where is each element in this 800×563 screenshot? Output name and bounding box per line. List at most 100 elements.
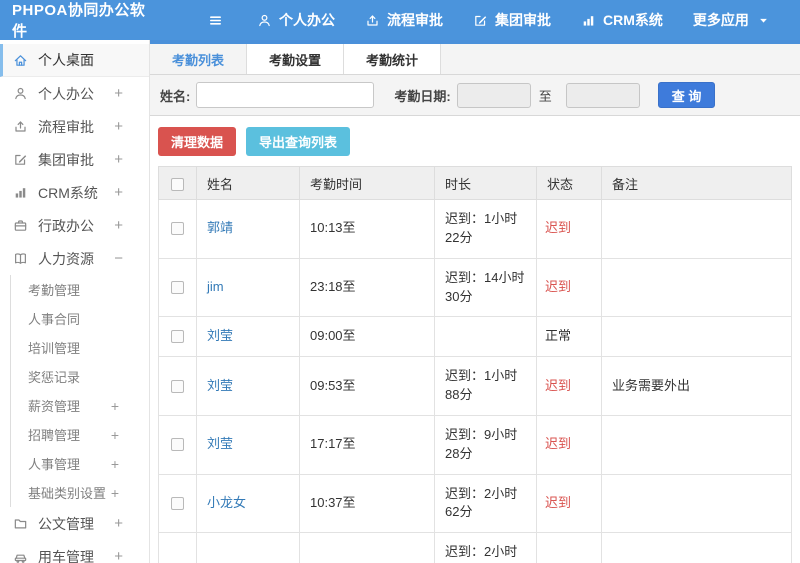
expand-toggle-icon[interactable]: +	[114, 548, 123, 563]
attendance-time-cell: 10:37至	[299, 473, 435, 534]
attendance-time-cell: 10:13至	[299, 199, 435, 259]
status-cell: 迟到	[536, 356, 602, 416]
edit-icon	[13, 152, 29, 167]
sidebar-subitem-label: 人事管理	[28, 457, 81, 472]
date-to-label: 至	[538, 88, 552, 104]
hamburger-icon	[208, 13, 223, 28]
column-header: 姓名	[196, 166, 300, 200]
remark-cell	[601, 316, 792, 358]
tab-attendance-setup[interactable]: 考勤设置	[247, 44, 345, 74]
sidebar-subitem-label: 培训管理	[28, 341, 81, 356]
book-icon	[13, 251, 29, 266]
sidebar-subitem-salary-mgmt[interactable]: 薪资管理 +	[11, 391, 149, 420]
user-icon	[257, 13, 272, 28]
select-all-checkbox[interactable]	[171, 177, 184, 191]
expand-toggle-icon[interactable]: +	[114, 151, 123, 168]
employee-name-link[interactable]: 郭靖	[207, 220, 233, 235]
export-list-button[interactable]: 导出查询列表	[246, 127, 351, 156]
sidebar-item-label: 集团审批	[38, 151, 94, 168]
sidebar-item-label: 人力资源	[38, 250, 94, 267]
sidebar-item-human-resources[interactable]: 人力资源 −	[0, 242, 149, 275]
duration-cell	[434, 316, 537, 358]
nav-item-more-apps[interactable]: 更多应用	[693, 10, 771, 30]
status-cell: 正常	[536, 316, 602, 358]
expand-toggle-icon[interactable]: +	[111, 485, 119, 501]
briefcase-icon	[13, 218, 29, 233]
sidebar-item-personal-desktop[interactable]: 个人桌面	[0, 44, 149, 77]
sidebar-item-document-mgmt[interactable]: 公文管理 +	[0, 507, 149, 540]
expand-toggle-icon[interactable]: −	[114, 250, 123, 267]
row-checkbox[interactable]	[171, 281, 184, 295]
sidebar-item-label: 用车管理	[38, 548, 94, 563]
employee-name-link[interactable]: 刘莹	[207, 328, 233, 343]
duration-cell: 迟到：1小时22分	[434, 199, 537, 259]
expand-toggle-icon[interactable]: +	[111, 456, 119, 472]
date-label: 考勤日期:	[394, 88, 451, 104]
expand-toggle-icon[interactable]: +	[114, 184, 123, 201]
sidebar-subitem-personnel-mgmt[interactable]: 人事管理 +	[11, 449, 149, 478]
tab-label: 考勤列表	[172, 52, 225, 68]
submenu-human-resources: 考勤管理 人事合同 培训管理 奖惩记录 薪资管理 + 招聘管理 + 人事管理 +	[10, 275, 149, 507]
sidebar-subitem-attendance-mgmt[interactable]: 考勤管理	[11, 275, 149, 304]
row-checkbox[interactable]	[171, 222, 184, 236]
remark-cell	[601, 414, 792, 475]
sidebar-item-label: 流程审批	[38, 118, 94, 135]
employee-name-link[interactable]: 刘莹	[207, 378, 233, 393]
status-cell: 迟到	[536, 414, 602, 475]
date-to-input[interactable]	[565, 82, 640, 108]
sidebar-toggle-button[interactable]	[208, 13, 223, 28]
sidebar-subitem-reward-punishment[interactable]: 奖惩记录	[11, 362, 149, 391]
flow-icon	[365, 13, 380, 28]
sidebar-subitem-base-category-settings[interactable]: 基础类别设置 +	[11, 478, 149, 507]
search-button[interactable]: 查 询	[657, 82, 716, 108]
sidebar-subitem-recruitment-mgmt[interactable]: 招聘管理 +	[11, 420, 149, 449]
attendance-table-wrap: 姓名 考勤时间 时长 状态 备注 郭靖 10:13至 迟到：1小时22分 迟到 jim …	[158, 166, 792, 563]
expand-toggle-icon[interactable]: +	[111, 398, 119, 414]
sidebar-subitem-training-mgmt[interactable]: 培训管理	[11, 333, 149, 362]
expand-toggle-icon[interactable]: +	[114, 515, 123, 532]
row-checkbox[interactable]	[171, 379, 184, 393]
tab-attendance-stats[interactable]: 考勤统计	[344, 44, 442, 74]
table-row: 管理员 10:54至10:54 迟到：2小时90分早退：7小时10分 迟到/早退…	[158, 532, 792, 563]
expand-toggle-icon[interactable]: +	[114, 118, 123, 135]
expand-toggle-icon[interactable]: +	[114, 217, 123, 234]
sidebar-item-vehicle-mgmt[interactable]: 用车管理 +	[0, 540, 149, 563]
tab-attendance-list[interactable]: 考勤列表	[150, 44, 248, 74]
sidebar-subitem-label: 基础类别设置	[28, 486, 107, 501]
sidebar-item-admin-office[interactable]: 行政办公 +	[0, 209, 149, 242]
nav-item-workflow-approval[interactable]: 流程审批	[365, 10, 443, 30]
attendance-time-cell: 09:00至	[299, 316, 435, 358]
sidebar-item-workflow-approval[interactable]: 流程审批 +	[0, 110, 149, 143]
row-checkbox[interactable]	[171, 330, 184, 344]
table-row: 郭靖 10:13至 迟到：1小时22分 迟到	[158, 199, 792, 259]
column-header: 时长	[434, 166, 537, 200]
chart-icon	[13, 185, 29, 200]
date-from-input[interactable]	[456, 82, 531, 108]
row-checkbox[interactable]	[171, 438, 184, 452]
employee-name-link[interactable]: 刘莹	[207, 436, 233, 451]
status-cell: 迟到	[536, 257, 602, 318]
table-body: 郭靖 10:13至 迟到：1小时22分 迟到 jim 23:18至 迟到：14小…	[158, 199, 792, 563]
employee-name-link[interactable]: jim	[207, 279, 224, 294]
remark-cell	[601, 473, 792, 534]
clean-data-button[interactable]: 清理数据	[158, 127, 237, 156]
row-checkbox[interactable]	[171, 497, 184, 511]
sidebar-subitem-hr-contract[interactable]: 人事合同	[11, 304, 149, 333]
nav-item-group-approval[interactable]: 集团审批	[473, 10, 551, 30]
expand-toggle-icon[interactable]: +	[114, 85, 123, 102]
home-icon	[13, 53, 29, 68]
column-header: 备注	[601, 166, 792, 200]
employee-name-link[interactable]: 小龙女	[207, 495, 246, 510]
nav-item-label: 更多应用	[692, 12, 749, 28]
sidebar-item-personal-office[interactable]: 个人办公 +	[0, 77, 149, 110]
nav-item-crm-system[interactable]: CRM系统	[581, 10, 663, 30]
sidebar-item-crm-system[interactable]: CRM系统 +	[0, 176, 149, 209]
nav-item-label: 个人办公	[279, 12, 335, 28]
sidebar-item-group-approval[interactable]: 集团审批 +	[0, 143, 149, 176]
nav-item-personal-office[interactable]: 个人办公	[257, 10, 335, 30]
status-cell: 迟到	[536, 199, 602, 259]
nav-item-label: CRM系统	[603, 12, 663, 28]
expand-toggle-icon[interactable]: +	[111, 427, 119, 443]
table-header-row: 姓名 考勤时间 时长 状态 备注	[158, 166, 792, 200]
name-input[interactable]	[196, 82, 375, 108]
